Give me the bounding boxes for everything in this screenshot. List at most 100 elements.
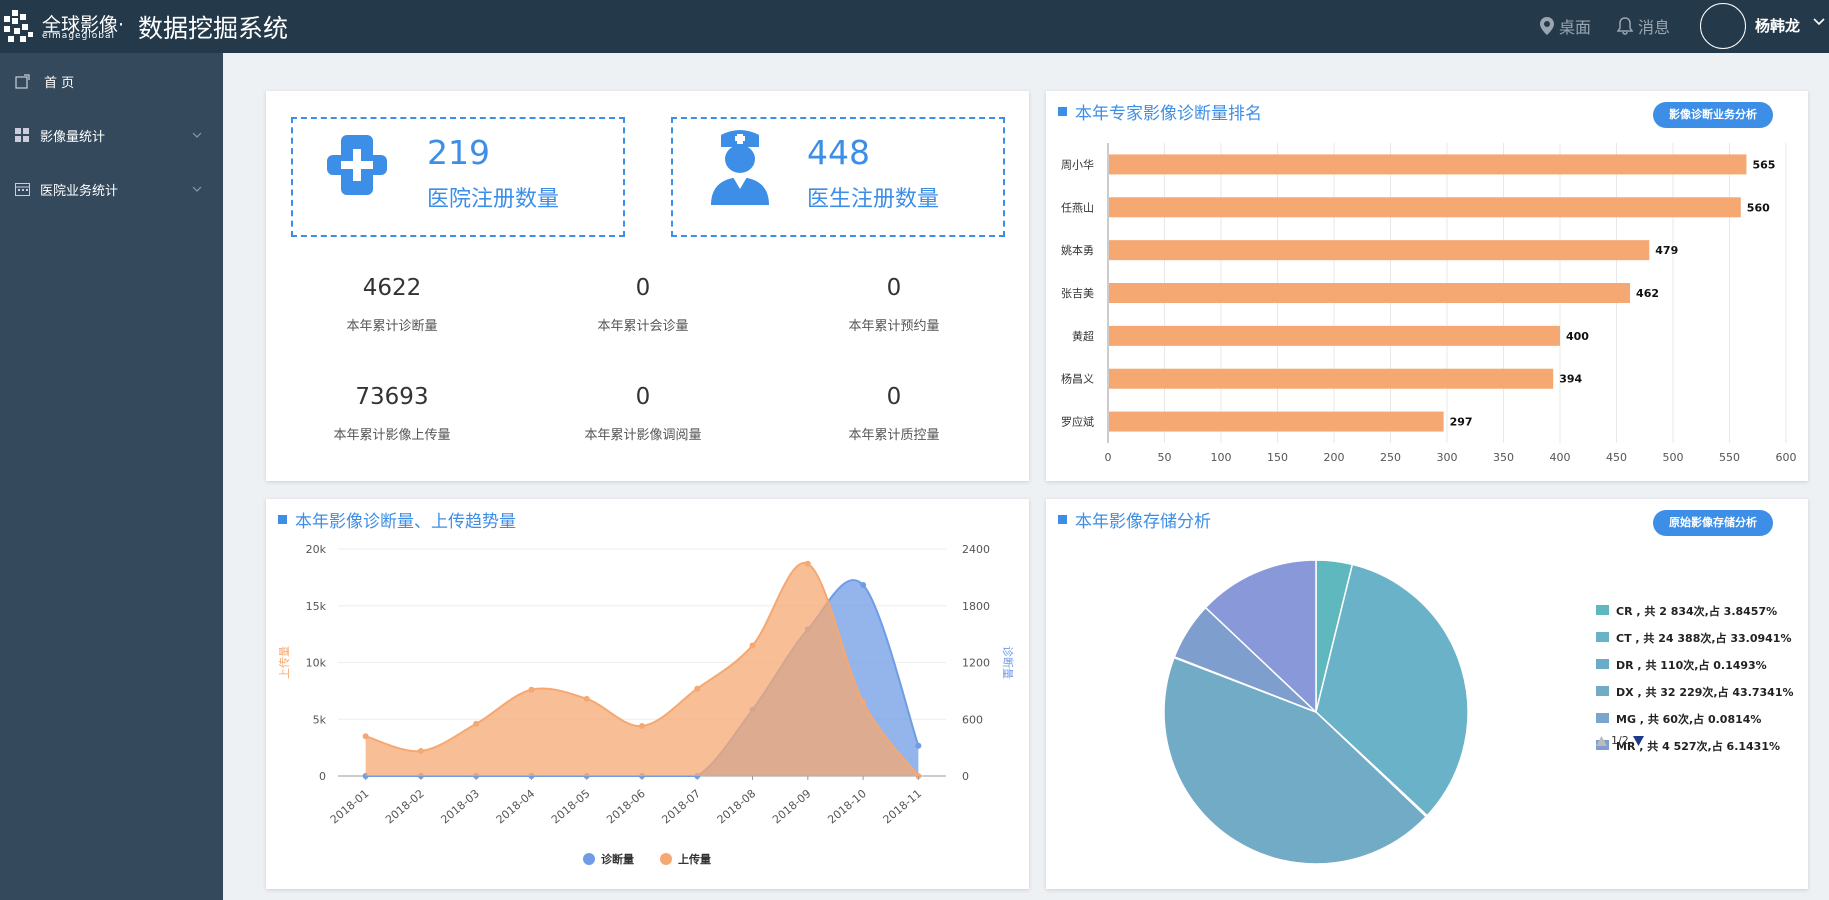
storage-panel: 本年影像存储分析 原始影像存储分析 CR , 共 2 834次,占 3.8457…: [1046, 499, 1808, 889]
y-tick-label: 姚本勇: [1061, 243, 1094, 257]
nurse-icon: [711, 130, 769, 205]
bell-icon: [1617, 17, 1633, 35]
x-tick-label: 200: [1324, 451, 1345, 464]
y-right-tick-label: 600: [962, 713, 983, 726]
x-tick-label: 2018-09: [770, 787, 814, 827]
y-right-tick-label: 1200: [962, 657, 990, 670]
stat-appointment: 0 本年累计预约量: [848, 275, 940, 334]
hospital-count-label: 医院注册数量: [427, 187, 560, 212]
username[interactable]: 杨韩龙: [1755, 15, 1800, 36]
expert-ranking-chart: 0 50 100 150 200 250 300 350 400 450 500 550 600 周小华 5…: [1061, 143, 1797, 464]
data-label: 400: [1566, 330, 1589, 343]
legend-label: CT , 共 24 388次,占 33.0941%: [1616, 631, 1791, 645]
y-right-tick-label: 0: [962, 770, 969, 783]
diagnosis-analysis-button[interactable]: 影像诊断业务分析: [1653, 102, 1773, 128]
x-tick-label: 0: [1105, 451, 1112, 464]
x-tick-label: 2018-11: [881, 787, 925, 827]
sidebar-item-home[interactable]: 首 页: [0, 61, 223, 101]
data-point: [473, 720, 480, 727]
data-point: [528, 686, 535, 693]
y-left-tick-label: 20k: [306, 543, 327, 556]
x-tick-label: 450: [1606, 451, 1627, 464]
x-tick-label: 100: [1211, 451, 1232, 464]
stat-consultation: 0 本年累计会诊量: [597, 275, 689, 334]
bar: [1109, 325, 1560, 346]
sidebar-item-image-stats[interactable]: 影像量统计: [0, 115, 223, 155]
data-label: 479: [1655, 244, 1678, 257]
data-label: 394: [1559, 373, 1582, 386]
bar: [1109, 154, 1747, 175]
data-point: [583, 695, 590, 702]
x-tick-label: 2018-04: [494, 787, 538, 827]
y-left-tick-label: 10k: [306, 657, 327, 670]
bar: [1109, 283, 1631, 303]
pager-label: 1/2: [1611, 734, 1629, 747]
y-tick-label: 黄超: [1072, 329, 1094, 343]
x-tick-label: 2018-07: [659, 787, 703, 827]
data-label: 565: [1752, 158, 1775, 171]
x-tick-label: 2018-05: [549, 787, 593, 827]
trend-chart: 05k10k15k20k0600120018002400上传量 诊断量2018-0…: [278, 543, 1015, 866]
y-right-axis-label: 诊断量: [1001, 646, 1015, 679]
chevron-down-icon: [192, 132, 202, 138]
home-icon: [15, 73, 30, 89]
x-tick-label: 600: [1776, 451, 1797, 464]
data-label: 297: [1450, 416, 1473, 429]
x-tick-label: 50: [1158, 451, 1172, 464]
legend-label: 诊断量: [601, 852, 634, 866]
chevron-down-icon[interactable]: [1813, 18, 1825, 26]
y-tick-label: 罗应斌: [1061, 415, 1094, 429]
legend-swatch: [1596, 605, 1609, 615]
stat-view: 0 本年累计影像调阅量: [584, 384, 702, 443]
y-tick-label: 任燕山: [1061, 201, 1094, 214]
x-tick-label: 2018-01: [328, 787, 372, 827]
nav-desktop-label: 桌面: [1559, 18, 1592, 37]
legend-label: DR , 共 110次,占 0.1493%: [1616, 658, 1767, 672]
bar: [1109, 240, 1650, 261]
calendar-icon: [15, 183, 30, 196]
data-point: [915, 742, 922, 749]
legend-swatch: [1596, 686, 1609, 696]
sidebar-item-label: 首 页: [44, 75, 75, 91]
overview-panel: 219 医院注册数量 448 医生注册数量 4622 本年累计诊断量 0 本年累计会…: [266, 91, 1029, 481]
pager-prev-icon[interactable]: [1596, 735, 1607, 746]
data-point: [639, 723, 645, 730]
brand-subtitle: eimageglobal: [42, 31, 116, 41]
data-point: [860, 581, 867, 588]
sidebar-item-hospital-stats[interactable]: 医院业务统计: [0, 169, 223, 209]
sidebar: 首 页 影像量统计 医院业务统计: [0, 53, 223, 900]
data-point: [804, 560, 811, 567]
grid-icon: [15, 128, 29, 142]
x-tick-label: 2018-03: [438, 787, 482, 827]
location-pin-icon: [1540, 17, 1554, 35]
x-tick-label: 300: [1437, 451, 1458, 464]
legend-marker: [660, 853, 672, 865]
legend-swatch: [1596, 713, 1609, 723]
legend-label: DX , 共 32 229次,占 43.7341%: [1616, 685, 1794, 699]
sidebar-item-label: 影像量统计: [40, 129, 106, 145]
data-label: 462: [1636, 287, 1659, 300]
pager-next-icon[interactable]: [1632, 735, 1644, 746]
y-left-tick-label: 5k: [313, 713, 327, 726]
legend-label: 上传量: [678, 852, 711, 866]
stat-diagnosis: 4622 本年累计诊断量: [346, 275, 438, 334]
legend-label: MG , 共 60次,占 0.0814%: [1616, 712, 1761, 726]
data-label: 560: [1747, 201, 1770, 214]
nav-messages[interactable]: 消息: [1617, 14, 1670, 38]
doctor-count: 448: [807, 133, 870, 172]
x-tick-label: 2018-02: [383, 787, 427, 827]
stat-upload: 73693 本年累计影像上传量: [333, 384, 451, 443]
hospital-count: 219: [427, 133, 490, 172]
sidebar-item-label: 医院业务统计: [40, 183, 119, 199]
doctor-count-card: 448 医生注册数量: [671, 117, 1005, 237]
x-tick-label: 350: [1493, 451, 1514, 464]
data-point: [694, 685, 701, 692]
x-tick-label: 500: [1663, 451, 1684, 464]
avatar[interactable]: [1700, 3, 1746, 49]
x-tick-label: 2018-06: [604, 787, 648, 827]
ranking-title: 本年专家影像诊断量排名: [1058, 99, 1262, 124]
legend-swatch: [1596, 659, 1609, 669]
nav-desktop[interactable]: 桌面: [1540, 14, 1591, 38]
hospital-count-card: 219 医院注册数量: [291, 117, 625, 237]
x-tick-label: 400: [1550, 451, 1571, 464]
